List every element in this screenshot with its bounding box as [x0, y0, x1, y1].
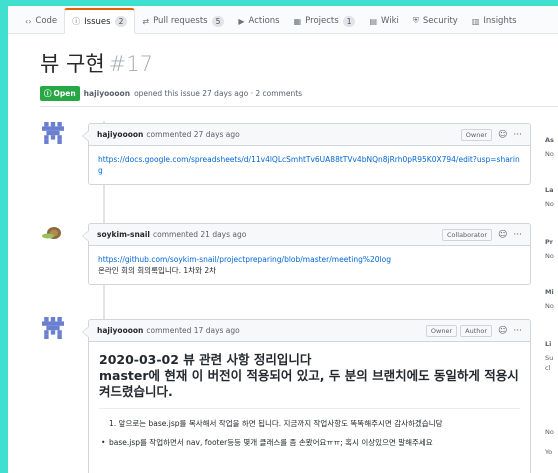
kebab-menu-icon[interactable]: ···: [513, 230, 522, 240]
issue-opened-text: opened this issue 27 days ago · 2 commen…: [134, 89, 303, 98]
play-icon: ▶: [238, 16, 245, 26]
tab-pull-requests[interactable]: ⇄ Pull requests 5: [135, 9, 231, 33]
project-icon: ▦: [293, 16, 302, 26]
issue-title-text: 뷰 구현: [40, 52, 105, 76]
comment-timestamp[interactable]: commented 21 days ago: [153, 230, 246, 239]
status-label: Open: [53, 89, 76, 98]
sidebar-value: No: [545, 302, 554, 310]
sidebar-value: cl: [545, 364, 551, 372]
title-divider: [40, 106, 558, 107]
issue-meta: ⓘ Open hajiyoooon opened this issue 27 d…: [40, 86, 302, 101]
issue-icon: ⓘ: [72, 17, 81, 26]
comment-timestamp[interactable]: commented 27 days ago: [146, 130, 239, 139]
role-badge: Owner: [460, 128, 493, 141]
tab-counter: 5: [211, 15, 225, 27]
comment-header: hajiyoooon commented 17 days ago Owner A…: [89, 320, 530, 342]
smiley-icon[interactable]: ☺: [498, 130, 507, 140]
issue-page: ‹› Code ⓘ Issues 2 ⇄ Pull requests 5 ▶ A…: [8, 6, 558, 473]
comment-card: soykim-snail commented 21 days ago Colla…: [82, 223, 531, 285]
shield-icon: ⛨: [412, 16, 419, 25]
issue-author-link[interactable]: hajiyoooon: [84, 89, 130, 98]
issue-title: 뷰 구현 #17: [40, 48, 153, 78]
tab-label: Security: [422, 16, 458, 26]
comment-author-link[interactable]: hajiyoooon: [97, 130, 143, 139]
comment-arrow: [82, 130, 89, 142]
tab-label: Wiki: [381, 16, 399, 26]
list-item: base.jsp를 작업하면서 nav, footer등등 몇개 클래스를 좀 …: [99, 437, 520, 448]
sidebar-value: No: [545, 200, 554, 208]
tab-label: Issues: [84, 16, 111, 27]
comment-heading-line: master에 현재 이 버전이 적용되어 있고, 두 분의 브랜치에도 동일하…: [99, 368, 519, 399]
sidebar-value: No: [545, 150, 554, 158]
tab-wiki[interactable]: ▤ Wiki: [362, 9, 405, 33]
book-icon: ▤: [369, 16, 378, 26]
tab-label: Projects: [305, 16, 339, 26]
comment-body: https://github.com/soykim-snail/projectp…: [89, 246, 530, 284]
role-badge: Author: [460, 324, 493, 337]
tab-actions[interactable]: ▶ Actions: [231, 9, 286, 33]
code-icon: ‹›: [25, 16, 32, 26]
sidebar-value: Yo: [545, 448, 553, 456]
comment-body: 2020-03-02 뷰 관련 사항 정리입니다 master에 현재 이 버전…: [89, 342, 530, 458]
comment-header: hajiyoooon commented 27 days ago Owner ☺…: [89, 124, 530, 146]
comment-arrow: [82, 230, 89, 242]
tab-label: Code: [35, 16, 58, 26]
sidebar-label[interactable]: La: [545, 186, 554, 194]
comment-author-link[interactable]: hajiyoooon: [97, 326, 143, 335]
comment-heading-line: 2020-03-02 뷰 관련 사항 정리입니다: [99, 352, 312, 367]
sidebar-label[interactable]: Mi: [545, 288, 554, 296]
kebab-menu-icon[interactable]: ···: [513, 130, 522, 140]
avatar-hajiyoooon[interactable]: [42, 122, 64, 144]
tab-issues[interactable]: ⓘ Issues 2: [64, 8, 136, 34]
tab-label: Actions: [248, 16, 280, 26]
graph-icon: ▥: [471, 16, 480, 26]
kebab-menu-icon[interactable]: ···: [513, 326, 522, 336]
comment-link[interactable]: https://github.com/soykim-snail/projectp…: [98, 254, 521, 265]
sidebar-value: Su: [545, 354, 554, 362]
tab-label: Pull requests: [153, 16, 208, 26]
status-badge: ⓘ Open: [40, 86, 80, 101]
smiley-icon[interactable]: ☺: [498, 326, 507, 336]
tab-counter: 2: [114, 16, 128, 27]
issue-sidebar: As No La No Pr No Mi No Li Su cl No Yo: [543, 116, 558, 473]
avatar-hajiyoooon[interactable]: [42, 317, 64, 339]
issue-opened-icon: ⓘ: [44, 89, 52, 98]
tab-counter: 1: [342, 15, 356, 27]
tab-insights[interactable]: ▥ Insights: [465, 9, 524, 33]
tab-projects[interactable]: ▦ Projects 1: [287, 9, 363, 33]
role-badge: Owner: [425, 324, 458, 337]
sidebar-label[interactable]: As: [545, 136, 554, 144]
role-badge: Collaborator: [441, 228, 493, 241]
list-item: 1. 앞으로는 base.jsp를 복사해서 작업을 하면 됩니다. 지금까지 …: [109, 419, 443, 428]
tab-security[interactable]: ⛨ Security: [406, 9, 465, 33]
avatar-soykim-snail[interactable]: [41, 221, 63, 243]
sidebar-label[interactable]: Li: [545, 340, 551, 348]
sidebar-label[interactable]: Pr: [545, 238, 553, 246]
comment-body: https://docs.google.com/spreadsheets/d/1…: [89, 146, 530, 184]
comment-heading: 2020-03-02 뷰 관련 사항 정리입니다 master에 현재 이 버전…: [99, 352, 520, 400]
comment-text: 온라인 회의 회의록입니다. 1차와 2차: [98, 266, 217, 275]
repo-nav-tabs: ‹› Code ⓘ Issues 2 ⇄ Pull requests 5 ▶ A…: [8, 6, 558, 34]
issue-number: #17: [108, 52, 153, 76]
sidebar-value: No: [545, 252, 554, 260]
tab-code[interactable]: ‹› Code: [18, 9, 64, 33]
comment-timestamp[interactable]: commented 17 days ago: [146, 326, 239, 335]
comment-card: hajiyoooon commented 27 days ago Owner ☺…: [82, 123, 531, 185]
pull-request-icon: ⇄: [142, 16, 150, 26]
sidebar-value: No: [545, 428, 554, 436]
comment-card: hajiyoooon commented 17 days ago Owner A…: [82, 319, 531, 473]
comment-author-link[interactable]: soykim-snail: [97, 230, 150, 239]
heading-divider: [99, 408, 520, 409]
comment-header: soykim-snail commented 21 days ago Colla…: [89, 224, 530, 246]
comment-link[interactable]: https://docs.google.com/spreadsheets/d/1…: [98, 154, 521, 176]
comment-arrow: [82, 326, 89, 338]
smiley-icon[interactable]: ☺: [498, 230, 507, 240]
tab-label: Insights: [483, 16, 517, 26]
